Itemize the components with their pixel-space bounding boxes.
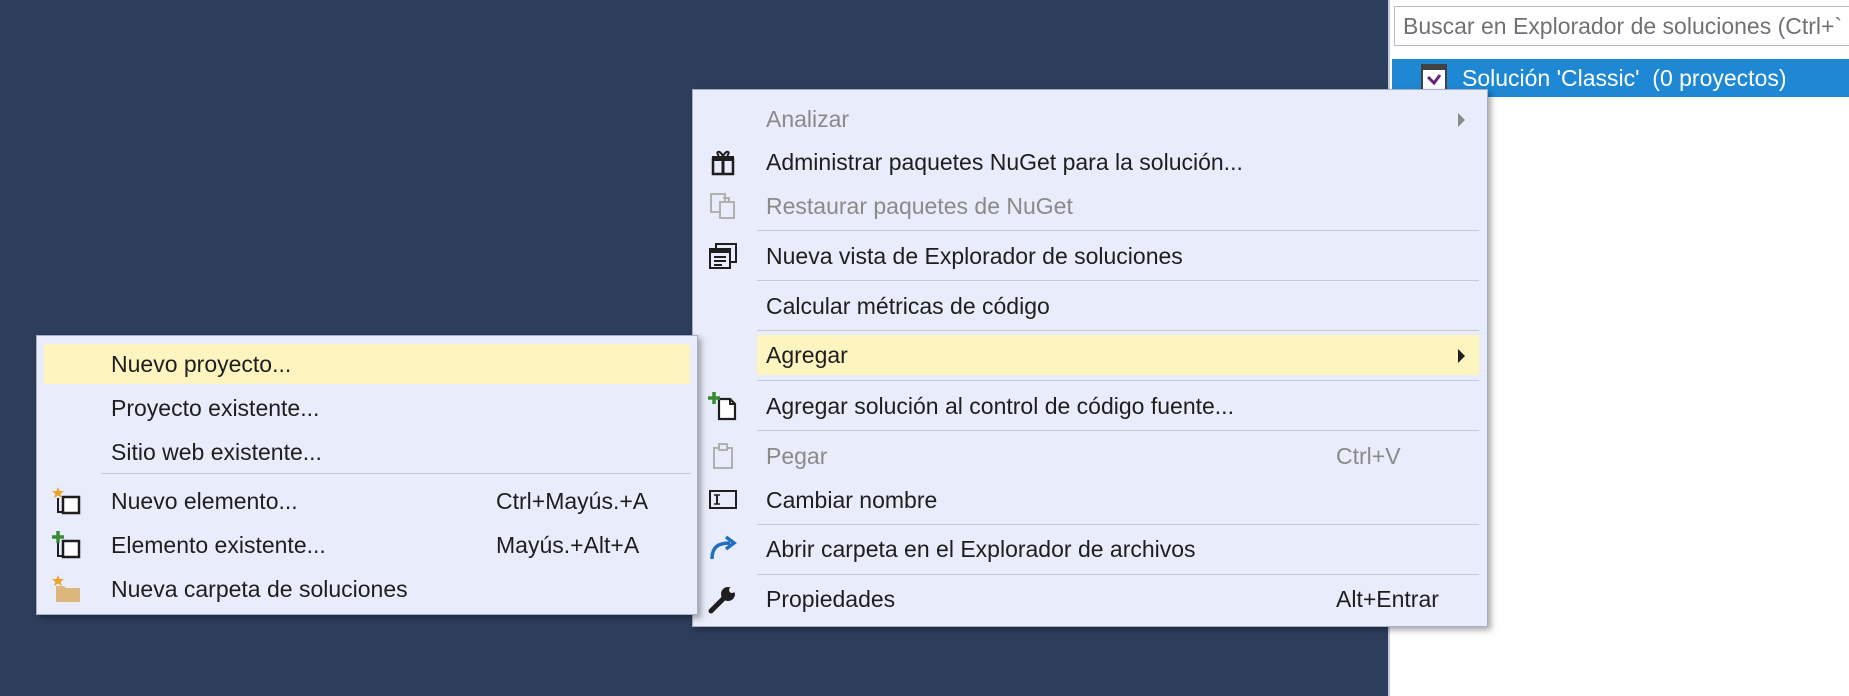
menu-item-agregar[interactable]: Agregar [757,335,1479,375]
menu-item-label: Agregar solución al control de código fu… [766,392,1234,419]
menu-separator [757,230,1479,231]
menu-item-paste[interactable]: Pegar Ctrl+V [693,436,1487,476]
menu-item-properties[interactable]: Propiedades Alt+Entrar [693,579,1487,619]
solution-search-input[interactable] [1395,7,1849,45]
menu-item-open-folder[interactable]: Abrir carpeta en el Explorador de archiv… [693,529,1487,569]
open-folder-icon [707,533,739,565]
submenu-arrow-icon [1458,349,1465,363]
rename-icon [707,484,739,516]
menu-item-label: Administrar paquetes NuGet para la soluc… [766,148,1243,175]
menu-item-manage-nuget[interactable]: Administrar paquetes NuGet para la soluc… [693,142,1487,182]
menu-separator [757,574,1479,575]
menu-item-label: Cambiar nombre [766,486,938,513]
menu-item-label: Nuevo elemento... [111,487,298,514]
menu-item-new-solution-view[interactable]: Nueva vista de Explorador de soluciones [693,236,1487,276]
menu-item-add-source-control[interactable]: Agregar solución al control de código fu… [693,386,1487,426]
new-view-icon [707,240,739,272]
menu-item-label: Nueva vista de Explorador de soluciones [766,242,1183,269]
menu-item-shortcut: Mayús.+Alt+A [496,531,640,558]
menu-separator [757,280,1479,281]
menu-item-label: Calcular métricas de código [766,292,1050,319]
menu-separator [757,430,1479,431]
submenu-item-existing-project[interactable]: Proyecto existente... [37,388,697,428]
menu-item-code-metrics[interactable]: Calcular métricas de código [693,286,1487,326]
menu-item-label: Propiedades [766,585,896,612]
submenu-item-existing-website[interactable]: Sitio web existente... [37,432,697,472]
menu-separator [101,473,691,474]
submenu-item-new-solution-folder[interactable]: Nueva carpeta de soluciones [37,569,697,609]
add-submenu: Nuevo proyecto... Proyecto existente... … [36,335,698,615]
menu-item-label: Analizar [766,105,850,132]
menu-separator [757,380,1479,381]
menu-item-label: Elemento existente... [111,531,326,558]
menu-separator [757,524,1479,525]
menu-item-shortcut: Ctrl+V [1336,442,1401,469]
menu-item-label: Abrir carpeta en el Explorador de archiv… [766,535,1196,562]
menu-item-label: Proyecto existente... [111,394,320,421]
new-item-icon [51,485,83,517]
menu-item-analizar[interactable]: Analizar [693,99,1487,139]
nuget-package-icon [707,146,739,178]
menu-item-shortcut: Alt+Entrar [1336,585,1439,612]
menu-separator [757,330,1479,331]
existing-item-icon [51,529,83,561]
menu-item-label: Agregar [766,341,848,368]
new-solution-folder-icon [51,573,83,605]
submenu-item-existing-item[interactable]: Elemento existente... Mayús.+Alt+A [37,525,697,565]
menu-item-rename[interactable]: Cambiar nombre [693,480,1487,520]
menu-item-label: Pegar [766,442,828,469]
submenu-arrow-icon [1458,113,1465,127]
submenu-item-new-item[interactable]: Nuevo elemento... Ctrl+Mayús.+A [37,481,697,521]
menu-item-label: Nueva carpeta de soluciones [111,575,408,602]
solution-context-menu: Analizar Administrar paquetes NuGet para… [692,89,1488,627]
menu-item-restore-nuget[interactable]: Restaurar paquetes de NuGet [693,186,1487,226]
menu-item-label: Nuevo proyecto... [111,350,292,377]
menu-item-shortcut: Ctrl+Mayús.+A [496,487,649,514]
menu-item-label: Sitio web existente... [111,438,322,465]
solution-search-box[interactable] [1394,6,1849,46]
restore-packages-icon [707,190,739,222]
submenu-item-new-project[interactable]: Nuevo proyecto... [44,344,690,384]
menu-item-label: Restaurar paquetes de NuGet [766,192,1073,219]
add-source-control-icon [707,390,739,422]
wrench-icon [707,583,739,615]
solution-label: Solución 'Classic' (0 proyectos) [1462,64,1787,91]
paste-icon [707,440,739,472]
